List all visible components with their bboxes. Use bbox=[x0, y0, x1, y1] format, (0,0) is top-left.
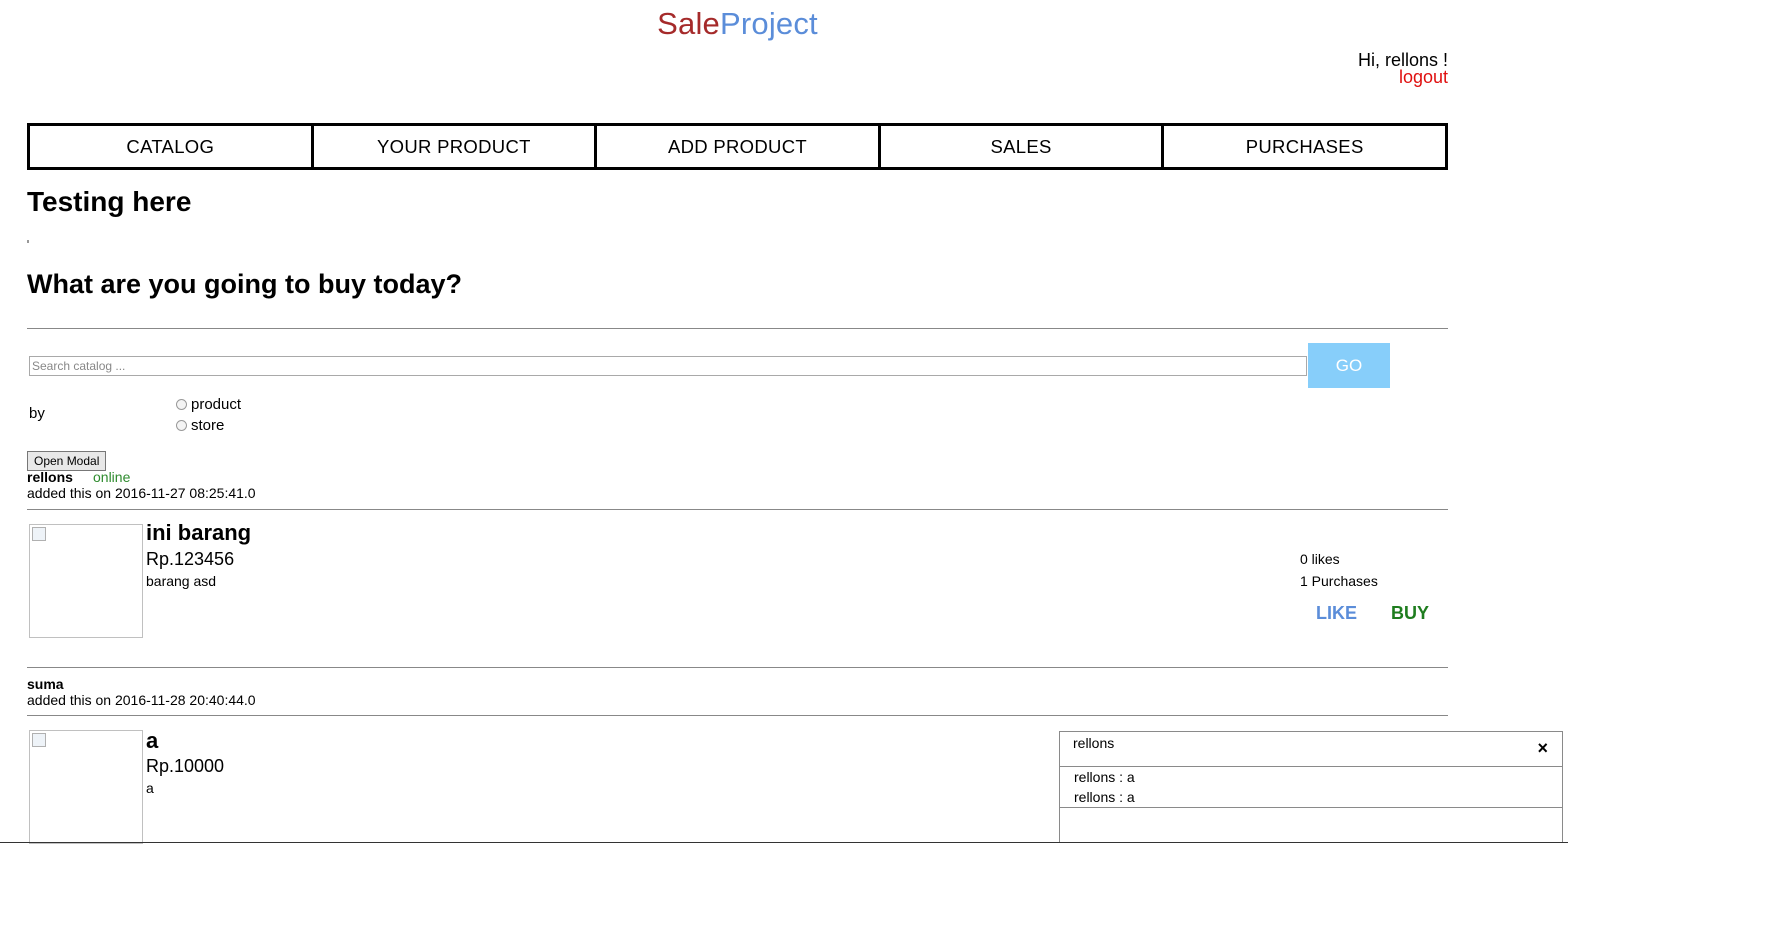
chat-input[interactable] bbox=[1060, 808, 1562, 842]
broken-image-icon bbox=[32, 527, 46, 541]
added-date: added this on 2016-11-28 20:40:44.0 bbox=[27, 692, 256, 708]
user-greeting-box: Hi, rellons ! logout bbox=[1358, 51, 1448, 86]
chat-title: rellons bbox=[1073, 735, 1115, 751]
nav-purchases[interactable]: PURCHASES bbox=[1164, 123, 1448, 170]
nav-add-product[interactable]: ADD PRODUCT bbox=[597, 123, 881, 170]
nav-your-product[interactable]: YOUR PRODUCT bbox=[313, 123, 598, 170]
radio-label: store bbox=[191, 417, 225, 434]
product-description: a bbox=[146, 780, 154, 796]
product-price: Rp.123456 bbox=[146, 549, 235, 569]
product-name[interactable]: ini barang bbox=[146, 520, 251, 546]
site-logo: SaleProject bbox=[0, 6, 1475, 42]
nav-sales[interactable]: SALES bbox=[880, 123, 1165, 170]
main-nav: CATALOG YOUR PRODUCT ADD PRODUCT SALES P… bbox=[27, 123, 1448, 170]
divider bbox=[27, 715, 1448, 716]
broken-image-icon bbox=[32, 733, 46, 747]
seller-name[interactable]: rellons bbox=[27, 469, 73, 485]
seller-name[interactable]: suma bbox=[27, 676, 64, 692]
radio-circle[interactable] bbox=[176, 399, 187, 410]
chat-messages: rellons : a rellons : a bbox=[1060, 767, 1562, 808]
divider bbox=[27, 328, 1448, 329]
open-modal-button[interactable]: Open Modal bbox=[27, 451, 107, 471]
likes-count: 0 likes bbox=[1300, 551, 1340, 567]
online-status: online bbox=[93, 469, 131, 485]
go-button[interactable]: GO bbox=[1308, 343, 1390, 388]
page-subheading: What are you going to buy today? bbox=[27, 269, 462, 299]
radio-circle[interactable] bbox=[176, 420, 187, 431]
chat-message: rellons : a bbox=[1074, 769, 1135, 785]
broken-element bbox=[27, 240, 29, 243]
logo-part-project: Project bbox=[719, 6, 818, 41]
bottom-border bbox=[0, 842, 1568, 843]
close-icon[interactable]: × bbox=[1537, 738, 1548, 759]
radio-product[interactable]: product bbox=[176, 396, 241, 413]
search-input[interactable] bbox=[29, 356, 1307, 376]
product-price: Rp.10000 bbox=[146, 756, 225, 776]
nav-catalog[interactable]: CATALOG bbox=[27, 123, 314, 170]
logout-link[interactable]: logout bbox=[1358, 68, 1448, 86]
page-heading: Testing here bbox=[27, 186, 192, 217]
divider bbox=[27, 509, 1448, 510]
divider bbox=[27, 667, 1448, 668]
chat-message: rellons : a bbox=[1074, 789, 1135, 805]
product-name[interactable]: a bbox=[146, 728, 158, 754]
product-description: barang asd bbox=[146, 573, 217, 589]
chat-box: rellons × rellons : a rellons : a bbox=[1059, 731, 1563, 843]
logo-part-sale: Sale bbox=[657, 6, 720, 41]
added-date: added this on 2016-11-27 08:25:41.0 bbox=[27, 485, 256, 501]
product-image[interactable] bbox=[29, 524, 143, 638]
like-button[interactable]: LIKE bbox=[1316, 603, 1357, 624]
buy-button[interactable]: BUY bbox=[1391, 603, 1429, 624]
product-image[interactable] bbox=[29, 730, 143, 844]
radio-store[interactable]: store bbox=[176, 417, 224, 434]
radio-label: product bbox=[191, 396, 242, 413]
search-by-label: by bbox=[29, 405, 45, 422]
chat-header: rellons × bbox=[1060, 732, 1562, 767]
purchases-count: 1 Purchases bbox=[1300, 573, 1378, 589]
